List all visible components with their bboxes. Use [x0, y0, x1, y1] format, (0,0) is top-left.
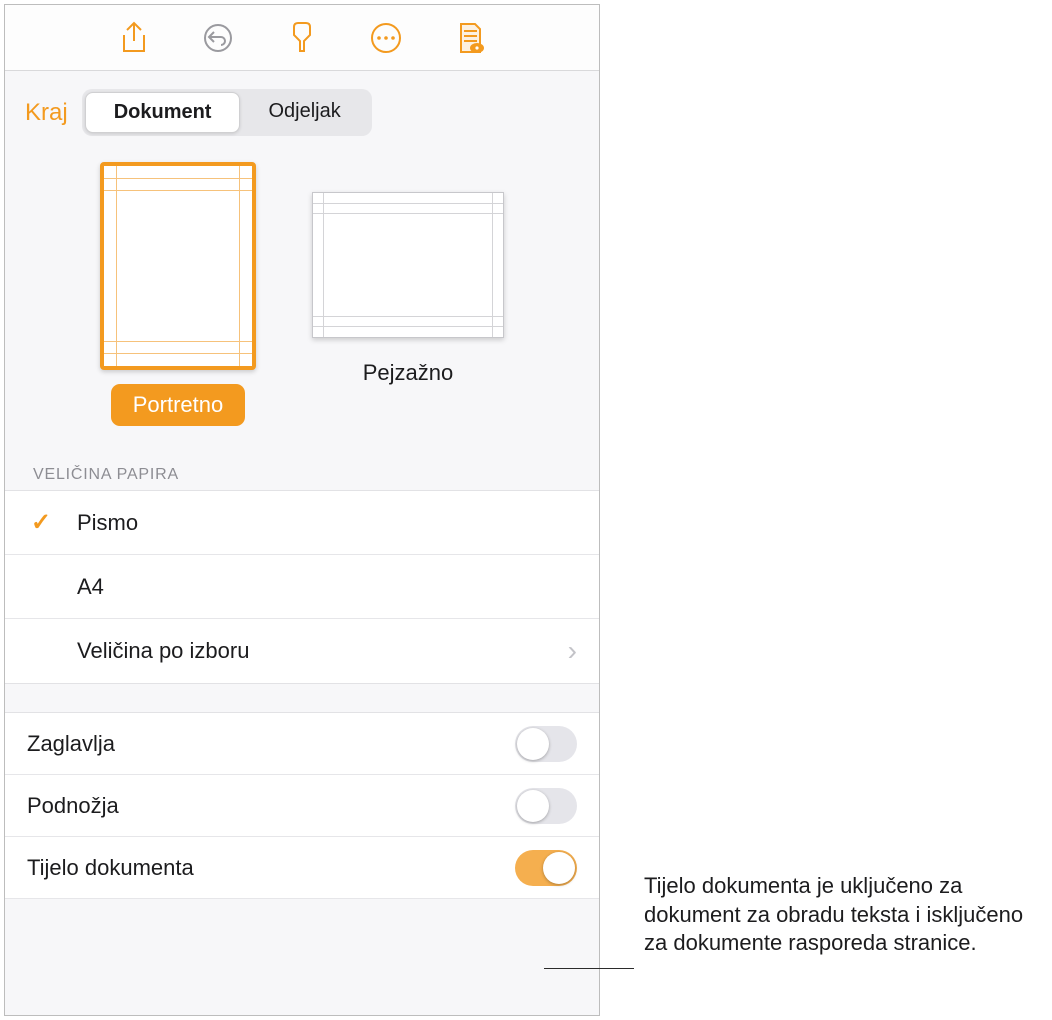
toggle-row-headers: Zaglavlja [5, 713, 599, 775]
orientation-row: Portretno Pejzažno [5, 144, 599, 436]
tab-dokument[interactable]: Dokument [85, 92, 241, 133]
toggle-row-footers: Podnožja [5, 775, 599, 837]
landscape-label: Pejzažno [339, 352, 478, 394]
segmented-control: Dokument Odjeljak [82, 89, 372, 136]
paper-size-a4[interactable]: A4 [5, 555, 599, 619]
footers-toggle[interactable] [515, 788, 577, 824]
paper-size-header: VELIČINA PAPIRA [5, 436, 599, 490]
document-settings-panel: Kraj Dokument Odjeljak Portretno Pejzažn… [4, 4, 600, 1016]
headers-toggle[interactable] [515, 726, 577, 762]
callout-text: Tijelo dokumenta je uključeno za dokumen… [644, 872, 1034, 958]
orientation-landscape[interactable]: Pejzažno [312, 162, 504, 426]
callout-leader-line [544, 968, 634, 969]
paper-size-pismo[interactable]: ✓ Pismo [5, 491, 599, 555]
chevron-right-icon: › [568, 635, 577, 667]
check-icon: ✓ [31, 508, 77, 537]
tab-odjeljak[interactable]: Odjeljak [240, 92, 368, 133]
format-brush-icon[interactable] [284, 20, 320, 56]
share-icon[interactable] [116, 20, 152, 56]
toggle-label: Tijelo dokumenta [27, 855, 515, 881]
landscape-thumbnail [312, 192, 504, 338]
document-body-toggle[interactable] [515, 850, 577, 886]
undo-icon[interactable] [200, 20, 236, 56]
header-row: Kraj Dokument Odjeljak [5, 71, 599, 144]
toggle-label: Podnožja [27, 793, 515, 819]
portrait-thumbnail [100, 162, 256, 370]
toggle-row-body: Tijelo dokumenta [5, 837, 599, 899]
toggle-list: Zaglavlja Podnožja Tijelo dokumenta [5, 712, 599, 899]
paper-size-label: Veličina po izboru [31, 638, 568, 664]
toggle-label: Zaglavlja [27, 731, 515, 757]
orientation-portrait[interactable]: Portretno [100, 162, 256, 426]
document-view-icon[interactable] [452, 20, 488, 56]
portrait-label: Portretno [111, 384, 246, 426]
paper-size-label: A4 [31, 574, 577, 600]
paper-size-custom[interactable]: Veličina po izboru › [5, 619, 599, 683]
toolbar [5, 5, 599, 71]
more-icon[interactable] [368, 20, 404, 56]
done-button[interactable]: Kraj [25, 99, 68, 127]
paper-size-label: Pismo [77, 510, 577, 536]
paper-size-list: ✓ Pismo A4 Veličina po izboru › [5, 490, 599, 684]
